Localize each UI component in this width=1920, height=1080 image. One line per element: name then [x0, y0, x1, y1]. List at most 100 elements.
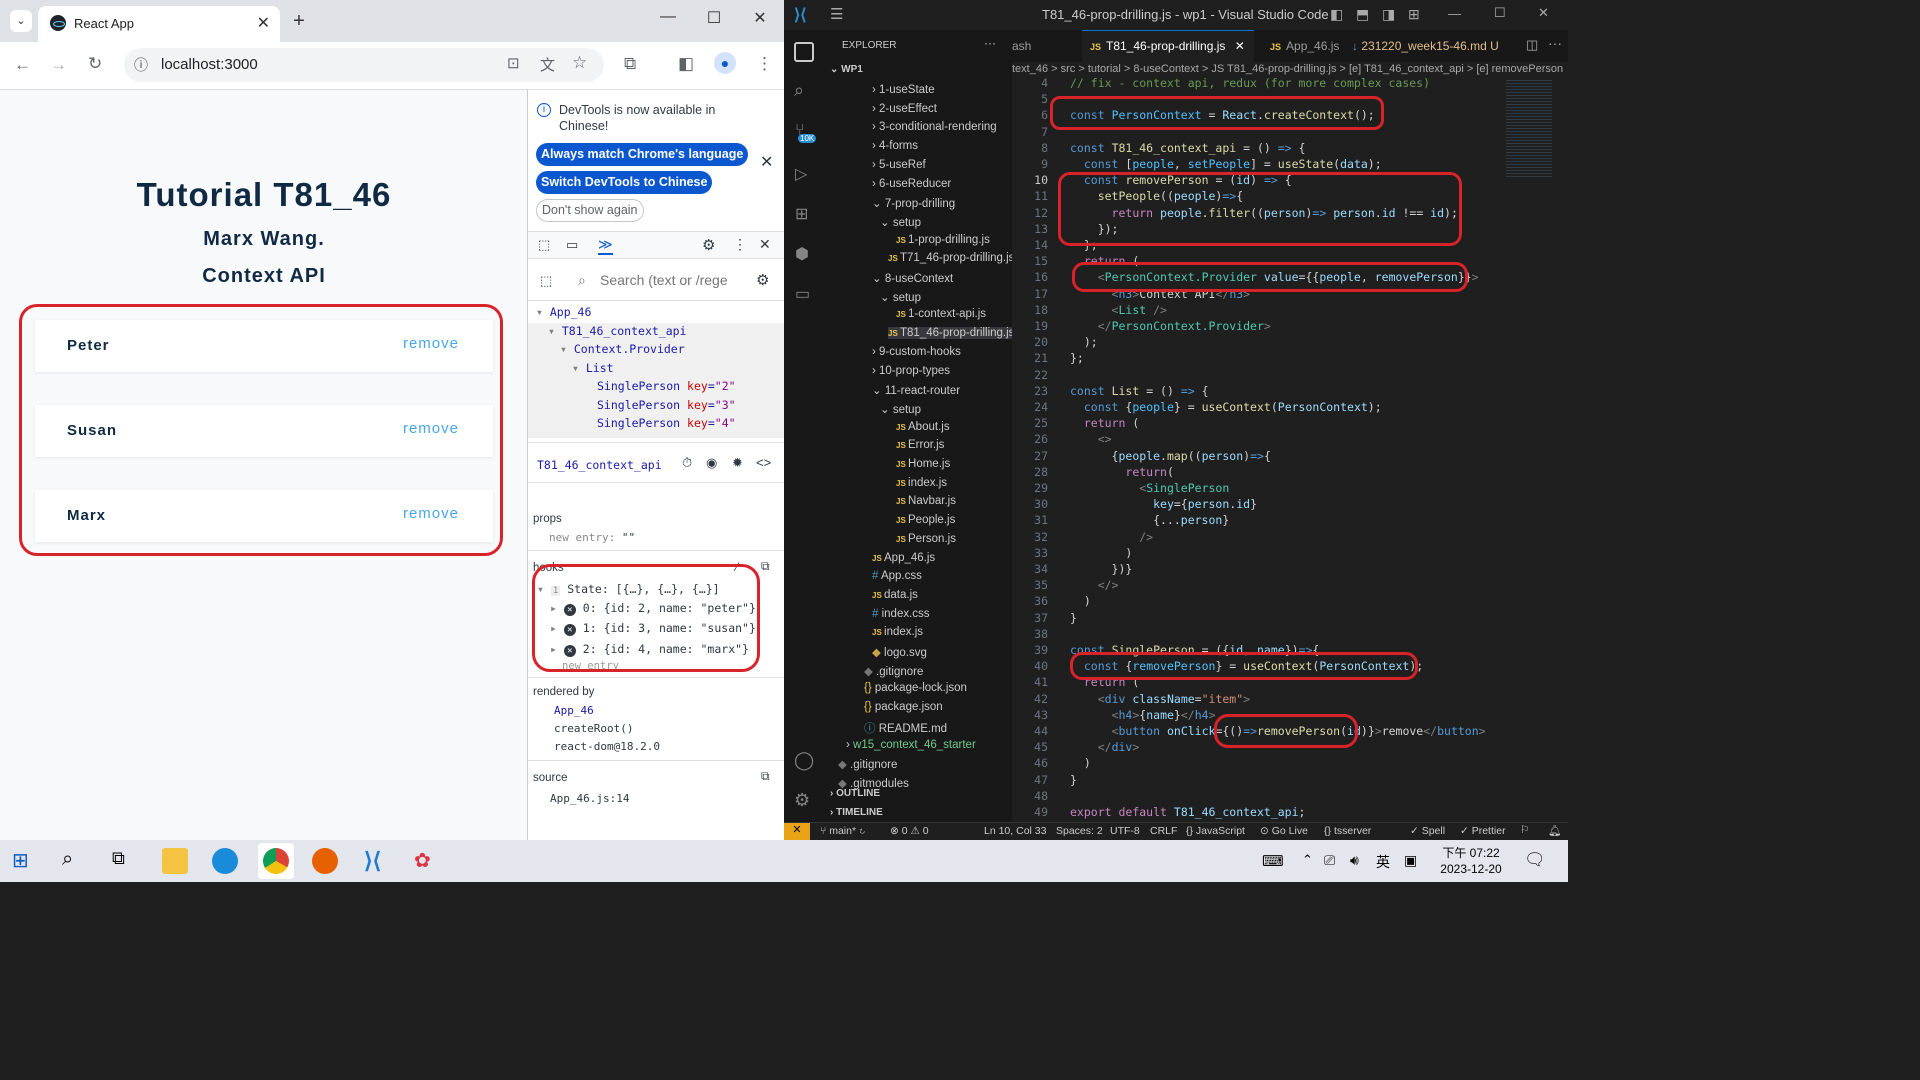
file-tree-item[interactable]: JS Person.js	[896, 533, 956, 545]
code-line[interactable]: const [people, setPeople] = useState(dat…	[1070, 157, 1382, 171]
code-line[interactable]: </>	[1070, 578, 1119, 592]
code-line[interactable]: <List />	[1070, 303, 1167, 317]
code-line[interactable]: )	[1070, 546, 1132, 560]
minimap[interactable]	[1506, 78, 1552, 178]
code-line[interactable]: }	[1070, 773, 1077, 787]
file-tree-item[interactable]: › 5-useRef	[872, 159, 926, 171]
file-tree-item[interactable]: ◆ .gitignore	[864, 664, 923, 678]
manage-gear-icon[interactable]: ⚙	[794, 790, 810, 811]
code-line[interactable]: <SinglePerson	[1070, 481, 1229, 495]
tree-row-app[interactable]: ▾ App_46	[536, 305, 591, 319]
file-tree-item[interactable]: › 2-useEffect	[872, 103, 937, 115]
tree-row-provider[interactable]: ▾ Context.Provider	[560, 342, 685, 356]
file-tree-item[interactable]: JS Navbar.js	[896, 495, 956, 507]
chrome-icon[interactable]	[263, 848, 289, 874]
windows-start-icon[interactable]: ⊞	[12, 848, 38, 874]
timeline-section[interactable]: › TIMELINE	[830, 807, 883, 818]
file-tree-item[interactable]: › 10-prop-types	[872, 365, 950, 377]
python-icon[interactable]: ⬢	[795, 244, 809, 264]
file-tree-item[interactable]: ⌄ setup	[880, 290, 921, 304]
file-tree-item[interactable]: {} package.json	[864, 701, 943, 713]
file-tree-item[interactable]: ⓘ README.md	[864, 720, 947, 736]
vscode-maximize-icon[interactable]: ☐	[1494, 5, 1506, 21]
code-line[interactable]: )	[1070, 756, 1091, 770]
file-tree-item[interactable]: JS index.js	[896, 477, 947, 489]
file-explorer-icon[interactable]	[162, 848, 188, 874]
problems-status[interactable]: ⊗ 0 ⚠ 0	[890, 825, 929, 837]
code-line[interactable]: }	[1070, 611, 1077, 625]
forward-icon[interactable]: →	[50, 55, 67, 75]
breadcrumb[interactable]: text_46 > src > tutorial > 8-useContext …	[1012, 63, 1568, 77]
profile-avatar-icon[interactable]: ●	[714, 52, 736, 74]
ime-indicator[interactable]: 英	[1376, 852, 1390, 872]
menu-hamburger-icon[interactable]: ☰	[830, 5, 843, 23]
taskbar-search-icon[interactable]: ⌕	[62, 848, 88, 874]
code-line[interactable]: </PersonContext.Provider>	[1070, 319, 1271, 333]
outline-section[interactable]: › OUTLINE	[830, 788, 880, 799]
select-component-icon[interactable]: ⬚	[540, 273, 552, 289]
settings-gear-icon[interactable]: ⚙	[702, 236, 715, 254]
editor-more-icon[interactable]: ···	[1548, 35, 1562, 51]
language-mode[interactable]: {} JavaScript	[1186, 825, 1245, 837]
component-settings-icon[interactable]: ⚙	[756, 271, 769, 289]
code-line[interactable]: // fix - context api, redux (for more co…	[1070, 76, 1430, 90]
app-taskbar-icon[interactable]: ✿	[414, 848, 440, 874]
file-tree-item[interactable]: JS About.js	[896, 421, 950, 433]
prettier-status[interactable]: ✓ Prettier	[1460, 825, 1506, 837]
file-tree-item[interactable]: ⌄ 11-react-router	[872, 383, 960, 397]
split-editor-icon[interactable]: ◫	[1526, 37, 1538, 53]
spell-status[interactable]: ✓ Spell	[1410, 825, 1445, 837]
code-line[interactable]: )	[1070, 594, 1091, 608]
file-tree-item[interactable]: ◆ logo.svg	[872, 645, 927, 659]
new-tab-icon[interactable]: +	[288, 10, 310, 33]
install-app-icon[interactable]: ⊡	[507, 54, 520, 72]
code-line[interactable]: export default T81_46_context_api;	[1070, 805, 1305, 819]
maximize-icon[interactable]: ☐	[702, 8, 726, 28]
line-ending[interactable]: CRLF	[1150, 825, 1177, 837]
tree-row-singleperson[interactable]: SinglePerson key="3"	[597, 398, 736, 412]
tray-chevron-icon[interactable]: ⌃	[1302, 852, 1313, 868]
ime-mode-icon[interactable]: ▣	[1404, 852, 1417, 869]
file-tree-item[interactable]: › 3-conditional-rendering	[872, 121, 997, 133]
code-line[interactable]: );	[1070, 335, 1098, 349]
clock-time[interactable]: 下午 07:22	[1440, 844, 1502, 861]
tree-row-singleperson[interactable]: SinglePerson key="2"	[597, 379, 736, 393]
file-tree-item[interactable]: › 9-custom-hooks	[872, 346, 961, 358]
notification-center-icon[interactable]: 🗨︎	[1524, 850, 1546, 870]
tab-close-icon[interactable]: ✕	[1235, 39, 1245, 53]
bookmark-star-icon[interactable]: ☆	[572, 53, 587, 73]
file-tree-item[interactable]: JS People.js	[896, 514, 955, 526]
code-line[interactable]: <>	[1070, 432, 1112, 446]
file-tree-item[interactable]: JS T81_46-prop-drilling.js	[888, 327, 1028, 340]
file-tree-item[interactable]: ⌄ setup	[880, 402, 921, 416]
tab-active-file[interactable]: JS T81_46-prop-drilling.js ✕	[1090, 30, 1245, 62]
switch-chinese-button[interactable]: Switch DevTools to Chinese	[536, 171, 713, 194]
tab-react-app[interactable]: React App ✕	[38, 6, 280, 42]
tsserver-status[interactable]: {} tsserver	[1324, 825, 1371, 837]
vscode-close-icon[interactable]: ✕	[1538, 5, 1549, 21]
code-line[interactable]: <div className="item">	[1070, 692, 1250, 706]
clock-date[interactable]: 2023-12-20	[1437, 862, 1505, 876]
file-tree-item[interactable]: JS 1-context-api.js	[896, 308, 986, 320]
file-tree-item[interactable]: ◆ .gitignore	[838, 757, 897, 771]
menu-kebab-icon[interactable]: ⋮	[756, 54, 773, 74]
file-tree-item[interactable]: JS index.js	[872, 626, 923, 638]
tab-search-chevron-icon[interactable]: ⌄	[10, 10, 32, 32]
tree-row-singleperson[interactable]: SinglePerson key="4"	[597, 416, 736, 430]
side-panel-icon[interactable]: ◧	[678, 54, 694, 74]
code-line[interactable]: };	[1070, 351, 1084, 365]
run-debug-icon[interactable]: ▷	[795, 164, 807, 184]
indentation[interactable]: Spaces: 2	[1056, 825, 1103, 837]
file-tree-item[interactable]: › w15_context_46_starter	[846, 739, 976, 751]
tree-row-context-api[interactable]: ▾ T81_46_context_api	[548, 324, 686, 338]
tab-app46[interactable]: JS App_46.js	[1270, 30, 1339, 62]
go-live[interactable]: ⊙ Go Live	[1260, 825, 1308, 837]
file-tree-item[interactable]: JS 1-prop-drilling.js	[896, 234, 990, 246]
match-language-button[interactable]: Always match Chrome's language	[536, 143, 749, 166]
code-line[interactable]: {...person}	[1070, 513, 1229, 527]
toggle-secondary-sidebar-icon[interactable]: ◨	[1382, 6, 1395, 23]
inspect-element-icon[interactable]: ⬚	[538, 237, 550, 253]
file-tree-item[interactable]: › 4-forms	[872, 140, 918, 152]
tab-ash[interactable]: ash	[1012, 30, 1031, 62]
back-icon[interactable]: ←	[14, 55, 31, 75]
